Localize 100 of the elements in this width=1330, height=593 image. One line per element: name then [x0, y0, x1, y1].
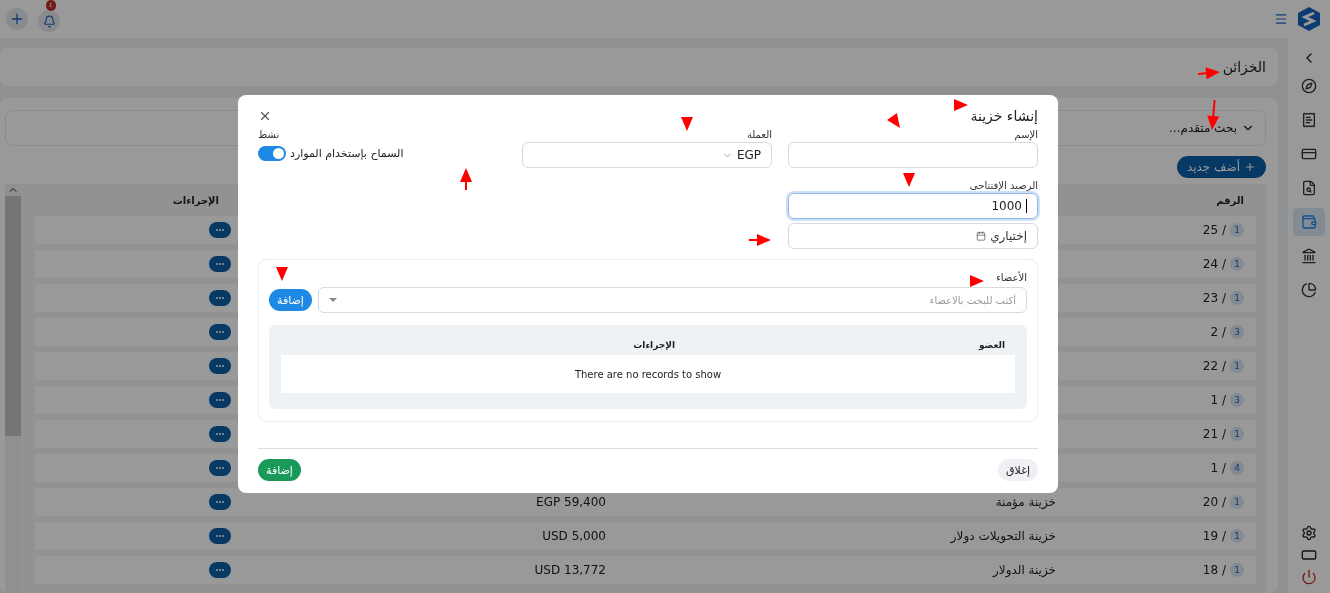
count-badge: 1 [1230, 291, 1244, 305]
balance-cell: USD 5,000 [542, 529, 606, 543]
number-cell: 20 / [1202, 495, 1226, 509]
advanced-search-label: بحث متقدم... [1169, 121, 1237, 135]
empty-message: There are no records to show [281, 355, 1015, 393]
actions-button[interactable] [209, 324, 231, 340]
number-cell: 24 / [1202, 257, 1226, 271]
count-badge: 1 [1230, 563, 1244, 577]
balance-cell: EGP 59,400 [536, 495, 606, 509]
field-label: الأعضاء [996, 272, 1027, 283]
number-cell: 18 / [1202, 563, 1226, 577]
actions-button[interactable] [209, 528, 231, 544]
scrollbar[interactable] [5, 184, 21, 593]
number-cell: 1 / [1210, 461, 1226, 475]
actions-button[interactable] [209, 290, 231, 306]
wallet-icon [1301, 214, 1317, 230]
number-cell: 25 / [1202, 223, 1226, 237]
count-badge: 1 [1230, 427, 1244, 441]
menu-icon[interactable] [1274, 12, 1288, 26]
name-cell: خزينة مؤمنة [995, 495, 1056, 509]
count-badge: 1 [1230, 257, 1244, 271]
annotation-arrow-icon [749, 234, 771, 246]
opening-balance-field[interactable]: 1000 [788, 193, 1038, 219]
submit-button[interactable]: إضافة [258, 459, 301, 481]
page-title: الخزائن [1222, 59, 1266, 75]
receipt-icon [1301, 112, 1317, 128]
field-label: العملة [745, 129, 772, 140]
actions-button[interactable] [209, 460, 231, 476]
actions-button[interactable] [209, 256, 231, 272]
notification-button[interactable] [38, 10, 60, 32]
column-header: الإجراءات [632, 340, 675, 350]
count-badge: 1 [1230, 529, 1244, 543]
dots-icon [215, 364, 225, 368]
number-cell: 1 / [1210, 393, 1226, 407]
dots-icon [215, 432, 225, 436]
actions-button[interactable] [209, 222, 231, 238]
actions-button[interactable] [209, 358, 231, 374]
add-button[interactable] [6, 8, 28, 30]
count-badge: 1 [1230, 359, 1244, 373]
count-badge: 3 [1230, 325, 1244, 339]
bank-icon [1301, 248, 1317, 264]
file-search-icon [1301, 180, 1317, 196]
screen-icon[interactable] [1301, 547, 1317, 563]
compass-icon [1301, 78, 1317, 94]
count-badge: 3 [1230, 393, 1244, 407]
dots-icon [215, 466, 225, 470]
number-cell: 23 / [1202, 291, 1226, 305]
column-header: الرقم [1215, 194, 1244, 206]
annotation-arrow-icon [460, 168, 472, 190]
sidebar-item[interactable] [1293, 208, 1325, 236]
dots-icon [215, 398, 225, 402]
annotation-arrow-icon [903, 173, 915, 187]
close-icon[interactable] [258, 109, 272, 123]
currency-select[interactable]: EGP [522, 142, 772, 168]
active-toggle[interactable] [258, 146, 286, 161]
count-badge: 1 [1230, 223, 1244, 237]
add-member-button[interactable]: إضافة [269, 289, 312, 311]
plus-icon [9, 11, 25, 27]
field-label: الإسم [1013, 129, 1038, 140]
dots-icon [215, 262, 225, 266]
card-icon [1301, 146, 1317, 162]
number-cell: 19 / [1202, 529, 1226, 543]
annotation-arrow-icon [954, 99, 968, 111]
bell-icon [42, 14, 56, 28]
power-icon[interactable] [1301, 569, 1317, 585]
dots-icon [215, 568, 225, 572]
date-field[interactable]: إختياري [788, 223, 1038, 249]
annotation-arrow-icon [276, 267, 288, 281]
dots-icon [215, 500, 225, 504]
toggle-label: السماح بإستخدام الموارد [290, 147, 404, 160]
name-cell: خزينة الدولار [993, 563, 1056, 577]
number-cell: 2 / [1210, 325, 1226, 339]
count-badge: 1 [1230, 495, 1244, 509]
close-button[interactable]: إغلاق [998, 459, 1038, 481]
annotation-arrow-icon [1197, 66, 1221, 80]
actions-button[interactable] [209, 494, 231, 510]
dots-icon [215, 296, 225, 300]
logo-icon [1298, 7, 1320, 31]
dots-icon [215, 330, 225, 334]
add-new-button[interactable]: أضف جديد [1176, 156, 1266, 178]
annotation-arrow-icon [681, 117, 693, 131]
field-label: نشط [258, 129, 280, 140]
annotation-arrow-icon [970, 275, 984, 287]
actions-button[interactable] [209, 426, 231, 442]
actions-button[interactable] [209, 562, 231, 578]
pie-chart-icon [1301, 282, 1317, 298]
dots-icon [215, 228, 225, 232]
name-cell: خزينة التحويلات دولار [950, 529, 1056, 543]
column-header: الإجراءات [171, 194, 219, 206]
settings-icon[interactable] [1301, 525, 1317, 541]
count-badge: 4 [1230, 461, 1244, 475]
balance-cell: USD 13,772 [534, 563, 606, 577]
number-cell: 21 / [1202, 427, 1226, 441]
caret-icon [328, 298, 337, 302]
dialog-title: إنشاء خزينة [970, 108, 1038, 124]
actions-button[interactable] [209, 392, 231, 408]
column-header: العضو [977, 340, 1005, 350]
field-label: الرصيد الإفتتاحي [968, 180, 1038, 191]
name-input-field[interactable] [788, 142, 1038, 168]
plus-icon [1244, 161, 1256, 173]
